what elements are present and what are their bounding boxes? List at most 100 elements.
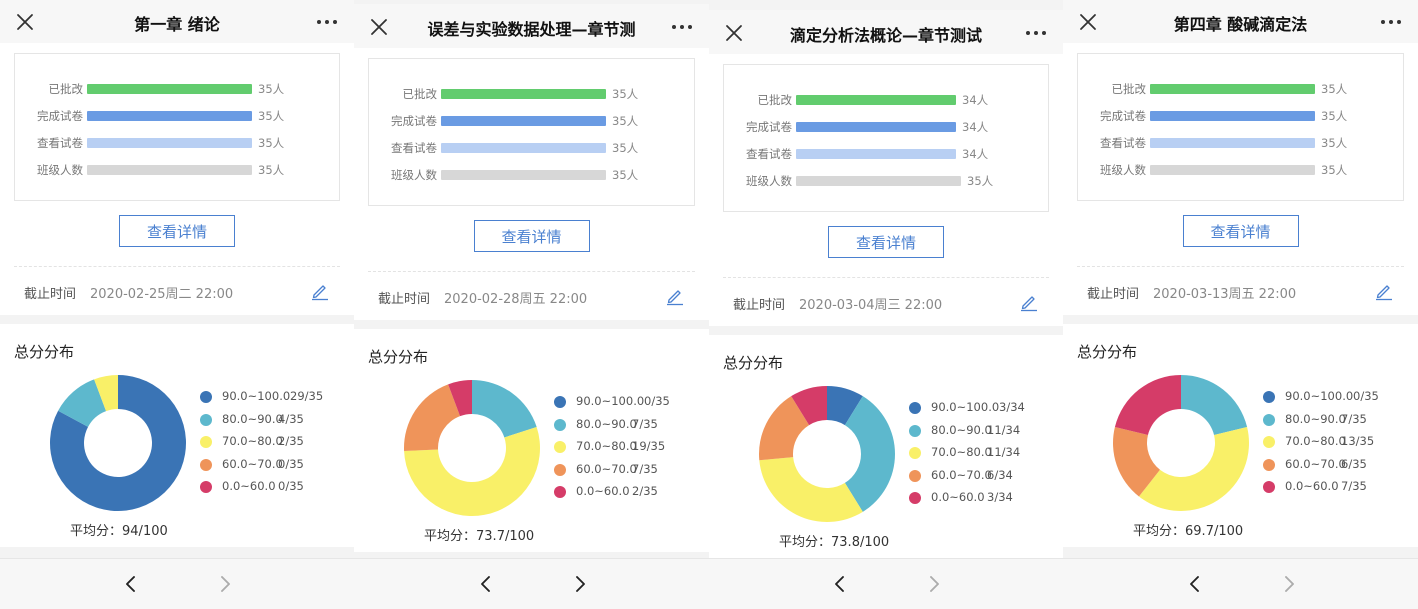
progress-bars-box: 已批改 34人 完成试卷 34人 查看试卷 34人 班级人数 35人 [723, 64, 1049, 212]
phone-panel-1: 第一章 绪论 已批改 35人 完成试卷 35人 查看试卷 35人 班级人数 35人 查看详情 截止时… [0, 0, 354, 609]
chevron-left-icon[interactable] [476, 573, 496, 595]
legend-count: 11/34 [987, 445, 1021, 459]
close-icon[interactable] [368, 16, 390, 38]
bar-row: 查看试卷 35人 [15, 136, 339, 150]
status-card: 已批改 35人 完成试卷 35人 查看试卷 35人 班级人数 35人 查看详情 截止时间 2020-… [1063, 43, 1418, 315]
bar-fill [441, 170, 606, 180]
chevron-left-icon[interactable] [1185, 573, 1205, 595]
bar-row: 班级人数 35人 [369, 168, 694, 182]
close-icon[interactable] [723, 22, 745, 44]
bar-count: 35人 [612, 114, 639, 128]
deadline-value: 2020-02-28周五 22:00 [444, 292, 588, 307]
header-bar: 滴定分析法概论—章节测试 [709, 10, 1063, 55]
chevron-left-icon-glyph [126, 576, 135, 592]
close-icon[interactable] [14, 11, 36, 33]
phone-panel-4: 第四章 酸碱滴定法 已批改 35人 完成试卷 35人 查看试卷 35人 班级人数 35人 查看详情… [1063, 0, 1418, 609]
legend-range: 0.0~60.0 [1285, 479, 1339, 493]
bar-label: 班级人数 [37, 163, 83, 177]
chevron-right-icon[interactable] [1279, 573, 1299, 595]
edit-icon-glyph [312, 285, 328, 301]
progress-bars-box: 已批改 35人 完成试卷 35人 查看试卷 35人 班级人数 35人 [368, 58, 695, 206]
legend-range: 60.0~70.0 [576, 461, 637, 476]
chevron-right-icon-glyph [221, 576, 230, 592]
more-icon-glyph [672, 25, 692, 29]
header-bar: 第四章 酸碱滴定法 [1063, 0, 1418, 44]
bar-count: 35人 [258, 136, 285, 150]
edit-icon[interactable] [1374, 281, 1394, 301]
edit-icon[interactable] [1019, 292, 1039, 312]
header-bar: 误差与实验数据处理—章节测 [354, 4, 709, 49]
chevron-right-icon-glyph [575, 576, 585, 592]
chevron-left-icon[interactable] [121, 573, 141, 595]
more-icon[interactable] [669, 16, 695, 38]
legend-count: 2/35 [632, 484, 658, 498]
view-details-button[interactable]: 查看详情 [1182, 215, 1299, 247]
legend-dot [909, 469, 921, 482]
chevron-right-icon[interactable] [924, 573, 944, 595]
bottom-nav [709, 558, 1063, 609]
edit-icon[interactable] [665, 286, 685, 306]
legend-count: 29/35 [290, 389, 324, 403]
chevron-right-icon[interactable] [570, 573, 590, 595]
chevron-left-icon[interactable] [830, 573, 850, 595]
close-icon[interactable] [1077, 11, 1099, 33]
legend-count: 7/35 [1341, 479, 1367, 493]
close-icon-glyph [1080, 14, 1096, 30]
view-details-button[interactable]: 查看详情 [119, 215, 235, 247]
average-score: 平均分：73.8/100 [779, 531, 889, 550]
bar-count: 35人 [1321, 109, 1348, 123]
close-icon-glyph [726, 25, 742, 41]
legend-count: 19/35 [632, 439, 666, 453]
legend-range: 80.0~90.0 [1285, 411, 1346, 426]
legend-dot [554, 441, 566, 453]
bar-row: 查看试卷 34人 [724, 147, 1048, 161]
legend-range: 0.0~60.0 [222, 479, 276, 493]
bar-label: 已批改 [402, 87, 438, 101]
legend-count: 0/35 [278, 456, 304, 471]
legend-range: 90.0~100.0 [576, 394, 645, 408]
bar-fill [87, 111, 252, 121]
legend-count: 3/34 [987, 490, 1013, 504]
bar-fill [796, 122, 956, 132]
average-value: 73.8/100 [831, 535, 890, 550]
status-card: 已批改 35人 完成试卷 35人 查看试卷 35人 班级人数 35人 查看详情 截止时间 2020-… [0, 43, 354, 315]
legend-dot [554, 418, 566, 431]
chevron-right-icon[interactable] [215, 573, 235, 595]
bar-row: 完成试卷 35人 [1078, 109, 1403, 123]
more-icon[interactable] [314, 11, 340, 33]
bar-row: 已批改 34人 [724, 93, 1048, 107]
legend-range: 80.0~90.0 [222, 411, 283, 426]
legend-count: 13/35 [1341, 434, 1375, 448]
legend-dot [200, 391, 212, 403]
legend-dot [909, 424, 921, 437]
bar-fill [441, 89, 606, 99]
legend-count: 6/34 [987, 467, 1013, 482]
chevron-right-icon-glyph [930, 576, 939, 592]
legend-dot [1263, 458, 1275, 471]
distribution-title: 总分分布 [14, 343, 75, 361]
bar-row: 查看试卷 35人 [1078, 136, 1403, 150]
legend-count: 7/35 [632, 416, 658, 431]
phone-panel-3: 滴定分析法概论—章节测试 已批改 34人 完成试卷 34人 查看试卷 34人 班级人数 35人查… [709, 0, 1063, 609]
legend-count: 0/35 [644, 394, 670, 408]
bar-fill [796, 149, 956, 159]
score-donut-chart [759, 386, 895, 522]
bar-count: 35人 [612, 87, 639, 101]
bar-fill [796, 176, 961, 186]
more-icon[interactable] [1023, 22, 1049, 44]
bar-count: 34人 [962, 147, 989, 161]
bar-count: 34人 [962, 120, 989, 134]
deadline-value: 2020-03-13周五 22:00 [1153, 287, 1297, 302]
view-details-button[interactable]: 查看详情 [473, 220, 590, 252]
more-icon[interactable] [1378, 11, 1404, 33]
legend-dot [554, 396, 566, 408]
legend-dot [200, 458, 212, 471]
edit-icon[interactable] [310, 281, 330, 301]
view-details-button[interactable]: 查看详情 [828, 226, 944, 258]
bar-label: 班级人数 [1100, 163, 1146, 177]
bar-fill [441, 143, 606, 153]
bar-count: 35人 [258, 82, 285, 96]
bar-count: 35人 [258, 163, 285, 177]
bar-label: 查看试卷 [391, 141, 437, 155]
distribution-card: 总分分布 90.0~100.0 3/34 80.0~90.0 11/34 70.0~80.… [709, 335, 1063, 558]
